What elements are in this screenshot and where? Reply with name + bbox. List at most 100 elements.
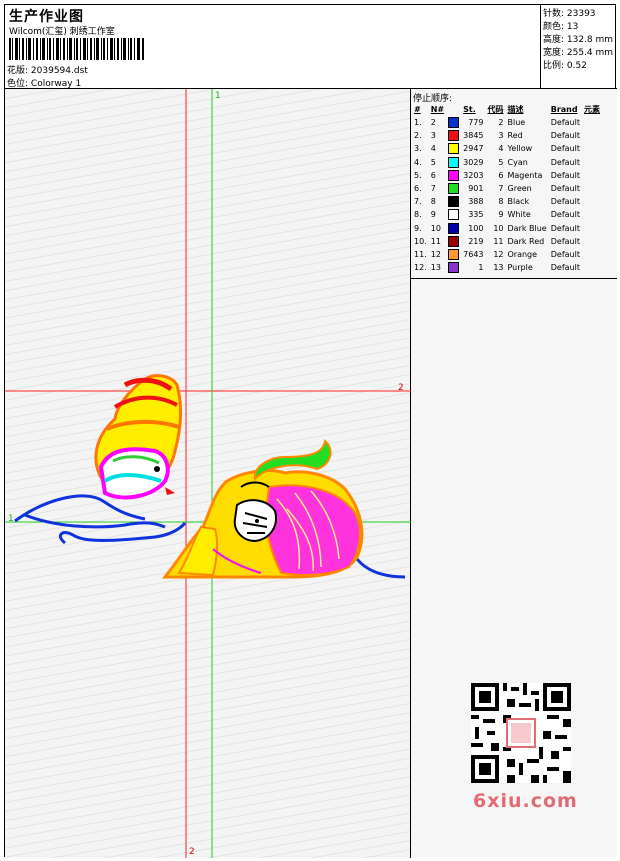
stop-sequence-table: # N# St. 代码 描述 Brand 元素 1. 2 779 2 Blue Defau… <box>412 103 602 274</box>
color-swatch <box>448 143 460 155</box>
design-height: 高度: 132.8 mm <box>543 35 614 45</box>
col-stitches: St. <box>463 105 476 114</box>
row-description: Red <box>507 131 523 141</box>
row-stitches: 3203 <box>463 170 484 180</box>
green-guide-left-label: 1 <box>8 514 14 524</box>
table-row: 9. 10 100 10 Dark Blue Default <box>412 222 602 235</box>
row-swatch <box>446 208 461 221</box>
header: 生产作业图 Wilcom(汇玺) 刺绣工作室 花版: 2039594.dst 色… <box>5 5 541 89</box>
row-code: 11 <box>493 236 504 246</box>
row-index: 4. <box>414 157 422 167</box>
row-index: 2. <box>414 131 422 141</box>
design-canvas: 1 1 2 2 <box>5 89 411 858</box>
color-swatch <box>448 209 460 221</box>
table-row: 8. 9 335 9 White Default <box>412 208 602 221</box>
row-brand: Default <box>550 144 580 154</box>
row-code: 8 <box>498 197 504 207</box>
color-swatch <box>448 248 460 260</box>
col-index: # <box>414 105 421 114</box>
row-element <box>582 182 602 195</box>
row-element <box>582 208 602 221</box>
row-stitches: 3029 <box>463 157 484 167</box>
row-needle: 2 <box>430 118 436 128</box>
barcode-icon <box>9 38 144 60</box>
stop-sequence-panel: 停止顺序: # N# St. 代码 描述 Brand 元素 1. 2 779 2 Blu… <box>411 89 617 858</box>
col-brand: Brand <box>550 105 578 114</box>
row-stitches: 219 <box>468 236 484 246</box>
color-swatch <box>448 117 460 129</box>
row-needle: 11 <box>430 236 441 246</box>
row-index: 5. <box>414 170 422 180</box>
table-row: 2. 3 3845 3 Red Default <box>412 129 602 142</box>
row-description: Magenta <box>507 170 543 180</box>
embroidery-preview <box>5 89 411 858</box>
row-element <box>582 235 602 248</box>
red-guide-right-label: 2 <box>398 383 404 393</box>
row-stitches: 3845 <box>463 131 484 141</box>
row-stitches: 1 <box>478 263 484 273</box>
row-needle: 9 <box>430 210 436 220</box>
row-stitches: 335 <box>468 210 484 220</box>
row-brand: Default <box>550 157 580 167</box>
color-count: 颜色: 13 <box>543 22 579 32</box>
row-swatch <box>446 195 461 208</box>
row-code: 10 <box>493 223 504 233</box>
col-element: 元素 <box>583 105 600 114</box>
row-brand: Default <box>550 249 580 259</box>
row-element <box>582 195 602 208</box>
col-code: 代码 <box>487 105 504 114</box>
row-swatch <box>446 129 461 142</box>
row-element <box>582 248 602 261</box>
design-label: 花版: <box>7 66 29 76</box>
color-swatch <box>448 262 460 274</box>
row-needle: 12 <box>430 249 441 259</box>
watermark-site-logo: 6xiu.com <box>473 790 578 812</box>
colorway-info: 色位: Colorway 1 <box>7 76 81 89</box>
row-element <box>582 222 602 235</box>
table-row: 6. 7 901 7 Green Default <box>412 182 602 195</box>
row-swatch <box>446 261 461 274</box>
row-swatch <box>446 182 461 195</box>
row-code: 13 <box>493 263 504 273</box>
row-swatch <box>446 222 461 235</box>
row-needle: 4 <box>430 144 436 154</box>
row-brand: Default <box>550 131 580 141</box>
red-guide-bottom-label: 2 <box>189 847 195 857</box>
color-swatch <box>448 222 460 234</box>
row-index: 3. <box>414 144 422 154</box>
row-code: 5 <box>498 157 504 167</box>
table-row: 12. 13 1 13 Purple Default <box>412 261 602 274</box>
table-row: 11. 12 7643 12 Orange Default <box>412 248 602 261</box>
row-brand: Default <box>550 263 580 273</box>
row-needle: 7 <box>430 184 436 194</box>
design-info: 花版: 2039594.dst <box>7 63 88 76</box>
row-stitches: 388 <box>468 197 484 207</box>
row-swatch <box>446 142 461 155</box>
table-row: 1. 2 779 2 Blue Default <box>412 116 602 129</box>
row-description: Dark Blue <box>507 223 547 233</box>
table-row: 3. 4 2947 4 Yellow Default <box>412 142 602 155</box>
row-brand: Default <box>550 210 580 220</box>
production-sheet: 生产作业图 Wilcom(汇玺) 刺绣工作室 花版: 2039594.dst 色… <box>4 4 617 858</box>
left-bird-art <box>94 374 183 500</box>
row-element <box>582 156 602 169</box>
row-description: Blue <box>507 118 526 128</box>
row-brand: Default <box>550 118 580 128</box>
row-stitches: 901 <box>468 184 484 194</box>
colorway-value: Colorway 1 <box>30 79 82 89</box>
row-needle: 3 <box>430 131 436 141</box>
design-stats: 针数: 23393 颜色: 13 高度: 132.8 mm 宽度: 255.4 … <box>541 5 617 89</box>
row-swatch <box>446 156 461 169</box>
row-stitches: 2947 <box>463 144 484 154</box>
color-swatch <box>448 196 460 208</box>
colorway-label: 色位: <box>7 79 29 89</box>
row-brand: Default <box>550 223 580 233</box>
row-needle: 6 <box>430 170 436 180</box>
row-code: 2 <box>498 118 504 128</box>
row-brand: Default <box>550 236 580 246</box>
row-code: 3 <box>498 131 504 141</box>
row-element <box>582 129 602 142</box>
table-row: 7. 8 388 8 Black Default <box>412 195 602 208</box>
company-name: Wilcom(汇玺) 刺绣工作室 <box>9 27 115 37</box>
row-description: Black <box>507 197 530 207</box>
